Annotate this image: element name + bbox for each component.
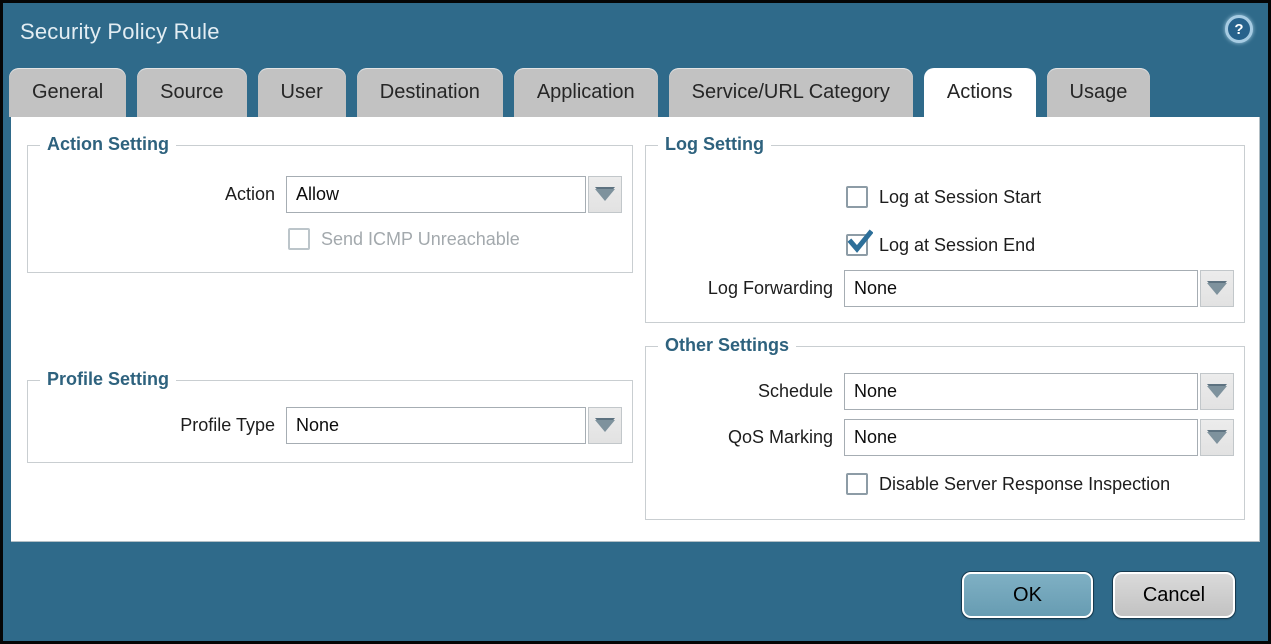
log-forwarding-dropdown[interactable]: None bbox=[844, 270, 1234, 307]
tab-usage[interactable]: Usage bbox=[1047, 68, 1151, 117]
cancel-button[interactable]: Cancel bbox=[1113, 572, 1235, 618]
disable-server-response-inspection-label: Disable Server Response Inspection bbox=[868, 474, 1170, 495]
qos-marking-label: QoS Marking bbox=[646, 427, 844, 448]
dialog-title: Security Policy Rule bbox=[20, 19, 220, 45]
chevron-down-icon bbox=[595, 420, 615, 432]
chevron-down-icon bbox=[1207, 386, 1227, 398]
tab-label: General bbox=[32, 81, 103, 104]
profile-type-dropdown-value[interactable]: None bbox=[286, 407, 586, 444]
log-forwarding-dropdown-value[interactable]: None bbox=[844, 270, 1198, 307]
qos-marking-dropdown-button[interactable] bbox=[1200, 419, 1234, 456]
tab-content-actions: Action Setting Action Allow Send ICMP Un… bbox=[11, 117, 1260, 542]
action-setting-group: Action Setting Action Allow Send ICMP Un… bbox=[27, 145, 633, 273]
action-label: Action bbox=[28, 184, 286, 205]
chevron-down-icon bbox=[1207, 283, 1227, 295]
log-at-session-end-label: Log at Session End bbox=[868, 235, 1035, 256]
profile-type-label: Profile Type bbox=[28, 415, 286, 436]
tab-label: Service/URL Category bbox=[692, 81, 890, 104]
tab-label: Usage bbox=[1070, 81, 1128, 104]
chevron-down-icon bbox=[1207, 432, 1227, 444]
action-dropdown-value[interactable]: Allow bbox=[286, 176, 586, 213]
tab-actions[interactable]: Actions bbox=[924, 68, 1036, 117]
qos-marking-dropdown-value[interactable]: None bbox=[844, 419, 1198, 456]
other-settings-legend: Other Settings bbox=[658, 335, 796, 356]
chevron-down-icon bbox=[595, 189, 615, 201]
log-forwarding-dropdown-button[interactable] bbox=[1200, 270, 1234, 307]
log-at-session-start-checkbox[interactable] bbox=[846, 186, 868, 208]
tab-destination[interactable]: Destination bbox=[357, 68, 503, 117]
schedule-label: Schedule bbox=[646, 381, 844, 402]
checkmark-icon bbox=[847, 229, 873, 260]
log-setting-group: Log Setting Log at Session Start Log at … bbox=[645, 145, 1245, 323]
log-at-session-start-label: Log at Session Start bbox=[868, 187, 1041, 208]
tab-service-url-category[interactable]: Service/URL Category bbox=[669, 68, 913, 117]
tab-label: User bbox=[281, 81, 323, 104]
tab-label: Source bbox=[160, 81, 223, 104]
log-forwarding-label: Log Forwarding bbox=[646, 278, 844, 299]
tab-general[interactable]: General bbox=[9, 68, 126, 117]
tab-bar: General Source User Destination Applicat… bbox=[9, 68, 1150, 117]
security-policy-rule-dialog: Security Policy Rule ? General Source Us… bbox=[0, 0, 1271, 644]
tab-application[interactable]: Application bbox=[514, 68, 658, 117]
cancel-button-label: Cancel bbox=[1143, 584, 1205, 607]
send-icmp-unreachable-label: Send ICMP Unreachable bbox=[310, 229, 520, 250]
help-icon-glyph: ? bbox=[1234, 21, 1243, 38]
disable-server-response-inspection-checkbox[interactable] bbox=[846, 473, 868, 495]
action-dropdown[interactable]: Allow bbox=[286, 176, 622, 213]
schedule-dropdown-value[interactable]: None bbox=[844, 373, 1198, 410]
send-icmp-unreachable-checkbox[interactable] bbox=[288, 228, 310, 250]
schedule-dropdown[interactable]: None bbox=[844, 373, 1234, 410]
log-at-session-end-checkbox[interactable] bbox=[846, 234, 868, 256]
tab-label: Actions bbox=[947, 81, 1013, 104]
profile-setting-legend: Profile Setting bbox=[40, 369, 176, 390]
action-setting-legend: Action Setting bbox=[40, 134, 176, 155]
profile-setting-group: Profile Setting Profile Type None bbox=[27, 380, 633, 463]
tab-source[interactable]: Source bbox=[137, 68, 246, 117]
log-setting-legend: Log Setting bbox=[658, 134, 771, 155]
tab-user[interactable]: User bbox=[258, 68, 346, 117]
other-settings-group: Other Settings Schedule None QoS Marking… bbox=[645, 346, 1245, 520]
profile-type-dropdown-button[interactable] bbox=[588, 407, 622, 444]
action-dropdown-button[interactable] bbox=[588, 176, 622, 213]
profile-type-dropdown[interactable]: None bbox=[286, 407, 622, 444]
ok-button-label: OK bbox=[1013, 584, 1042, 607]
qos-marking-dropdown[interactable]: None bbox=[844, 419, 1234, 456]
schedule-dropdown-button[interactable] bbox=[1200, 373, 1234, 410]
tab-label: Application bbox=[537, 81, 635, 104]
ok-button[interactable]: OK bbox=[962, 572, 1093, 618]
help-icon[interactable]: ? bbox=[1225, 15, 1253, 43]
tab-label: Destination bbox=[380, 81, 480, 104]
